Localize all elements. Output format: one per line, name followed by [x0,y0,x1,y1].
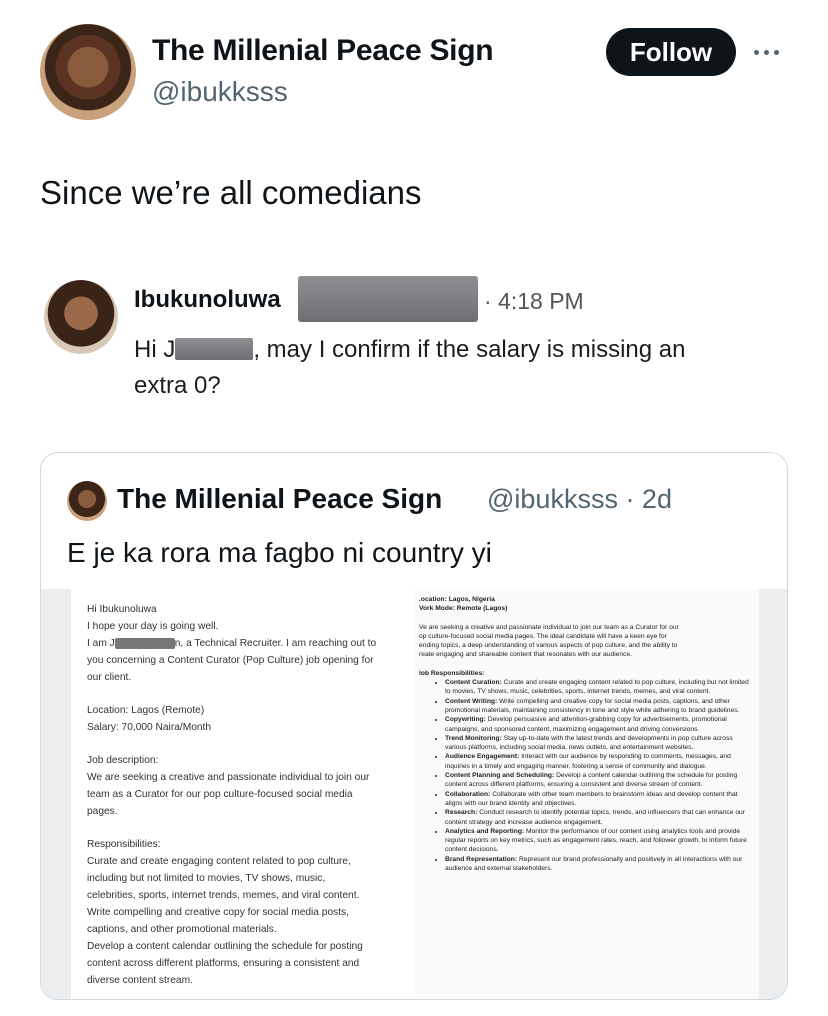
author-handle[interactable]: @ibukksss [152,76,288,108]
job-posting-screenshot: .ocation: Lagos, Nigeria Vork Mode: Remo… [415,589,759,999]
posting-resp-title: Analytics and Reporting: [445,827,525,835]
more-horizontal-icon[interactable] [754,40,786,64]
dm-message-line-1: Hi J , may I confirm if the salary is mis… [134,336,685,364]
posting-resp-title: Copywriting: [445,716,486,724]
posting-resp-heading: lob Responsibilities: [419,669,485,677]
posting-resp-title: Audience Engagement: [445,753,520,761]
posting-resp-item: Audience Engagement: Interact with our a… [445,752,755,771]
author-name[interactable]: The Millenial Peace Sign [152,34,494,68]
posting-resp-title: Content Writing: [445,697,498,705]
posting-resp-list: Content Curation: Curate and create enga… [419,678,755,873]
email-resp-line: including but not limited to movies, TV … [87,873,326,884]
email-resp-heading: Responsibilities: [87,839,161,850]
job-email-screenshot: Hi Ibukunoluwa I hope your day is going … [71,589,421,999]
email-salary: Salary: 70,000 Naira/Month [87,722,212,733]
redacted-recruiter-name [114,637,175,649]
posting-intro-line: reate engaging and shareable content tha… [419,651,633,659]
dm-sender-avatar [44,280,118,354]
posting-resp-text: Conduct research to identify potential t… [445,809,746,826]
email-resp-line: content across different platforms, ensu… [87,958,360,969]
posting-resp-item: Analytics and Reporting: Monitor the per… [445,827,755,855]
quoted-tweet[interactable]: The Millenial Peace Sign @ibukksss · 2d … [40,452,788,1000]
email-resp-line: Write compelling and creative copy for s… [87,907,349,918]
dm-message-line-2: extra 0? [134,372,221,399]
dm-screenshot: Ibukunoluwa · 4:18 PM Hi J , may I confir… [40,270,790,410]
email-intro-line-3: our client. [87,672,132,683]
email-hope: I hope your day is going well. [87,621,219,632]
posting-resp-title: Content Planning and Scheduling: [445,772,555,780]
email-jd-line: pages. [87,806,118,817]
dm-timestamp: · 4:18 PM [484,288,584,314]
redacted-name [175,338,254,360]
email-resp-line: Curate and create engaging content relat… [87,856,351,867]
dm-sender-name: Ibukunoluwa [134,286,281,313]
posting-resp-title: Research: [445,809,478,817]
posting-resp-item: Copywriting: Develop persuasive and atte… [445,715,755,734]
posting-resp-item: Trend Monitoring: Stay up-to-date with t… [445,734,755,753]
follow-button[interactable]: Follow [606,28,736,76]
tweet-header: The Millenial Peace Sign @ibukksss Follo… [40,24,790,124]
email-intro-rest: n, a Technical Recruiter. I am reaching … [174,638,377,649]
email-intro-line-2: you concerning a Content Curator (Pop Cu… [87,655,374,666]
posting-resp-item: Content Planning and Scheduling: Develop… [445,771,755,790]
posting-resp-text: Develop persuasive and attention-grabbin… [445,716,727,733]
quoted-tweet-text: E je ka rora ma fagbo ni country yi [67,537,492,568]
posting-location: .ocation: Lagos, Nigeria [419,596,495,603]
posting-resp-item: Brand Representation: Represent our bran… [445,855,755,874]
quoted-tweet-image[interactable]: Hi Ibukunoluwa I hope your day is going … [41,589,787,999]
posting-resp-title: Trend Monitoring: [445,734,502,742]
email-location: Location: Lagos (Remote) [87,705,205,716]
email-resp-line: celebrities, sports, internet trends, me… [87,890,360,901]
posting-resp-title: Brand Representation: [445,855,518,863]
email-greeting: Hi Ibukunoluwa [87,604,157,615]
quoted-author-name: The Millenial Peace Sign [117,483,443,514]
quoted-author-avatar [67,481,107,521]
quoted-author-meta: @ibukksss · 2d [487,484,672,514]
posting-intro-line: op culture-focused social media pages. T… [419,632,667,640]
email-jd-line: We are seeking a creative and passionate… [87,772,370,783]
redacted-surname [298,276,478,322]
posting-intro-line: Ve are seeking a creative and passionate… [419,623,679,631]
email-resp-line: Develop a content calendar outlining the… [87,941,363,952]
email-intro-start: I am J [87,638,115,649]
posting-intro-line: ending topics, a deep understanding of v… [419,642,678,650]
email-jd-line: team as a Curator for our pop culture-fo… [87,789,353,800]
posting-resp-title: Content Curation: [445,679,502,687]
dm-message-rest: , may I confirm if the salary is missing… [253,336,686,363]
author-avatar[interactable] [40,24,136,120]
posting-resp-item: Collaboration: Collaborate with other te… [445,790,755,809]
email-intro-line: I am J n, a Technical Recruiter. I am rea… [87,635,405,652]
posting-resp-title: Collaboration: [445,790,491,798]
posting-resp-item: Content Curation: Curate and create enga… [445,678,755,697]
posting-resp-item: Research: Conduct research to identify p… [445,808,755,827]
posting-workmode: Vork Mode: Remote (Lagos) [419,605,508,613]
posting-resp-item: Content Writing: Write compelling and cr… [445,697,755,716]
tweet-text: Since we’re all comedians [40,174,422,211]
email-resp-line: captions, and other promotional material… [87,924,277,935]
email-jd-heading: Job description: [87,755,159,766]
dm-message-start: Hi J [134,336,176,363]
email-resp-line: diverse content stream. [87,975,193,986]
